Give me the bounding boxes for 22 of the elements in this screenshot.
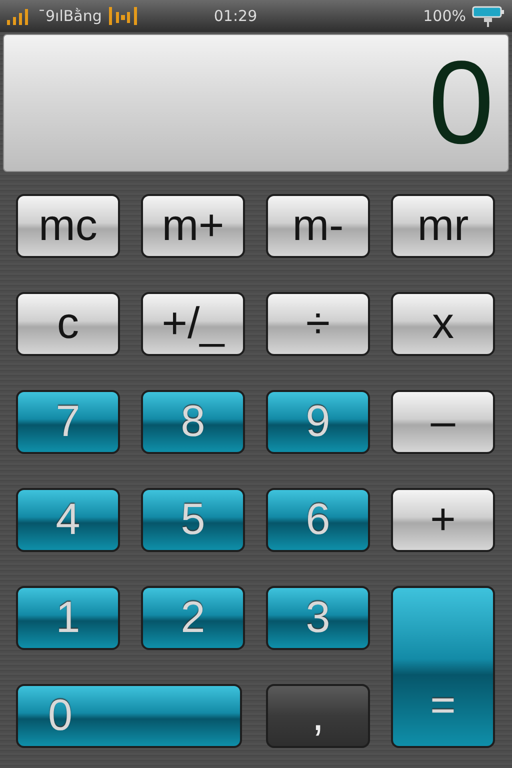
display-value: 0 bbox=[428, 44, 494, 162]
calculator-key[interactable]: = bbox=[391, 586, 495, 748]
calculator-key[interactable]: c bbox=[16, 292, 120, 356]
calculator-key[interactable]: 2 bbox=[141, 586, 245, 650]
calculator-key[interactable]: 4 bbox=[16, 488, 120, 552]
calculator-key[interactable]: mr bbox=[391, 194, 495, 258]
calculator-key[interactable]: m- bbox=[266, 194, 370, 258]
calculator-key[interactable]: + bbox=[391, 488, 495, 552]
calculator-key[interactable]: – bbox=[391, 390, 495, 454]
calculator-key[interactable]: x bbox=[391, 292, 495, 356]
battery-icon bbox=[472, 5, 506, 27]
calculator-key[interactable]: 1 bbox=[16, 586, 120, 650]
calculator-key[interactable]: , bbox=[266, 684, 370, 748]
wifi-icon bbox=[108, 6, 138, 26]
carrier-name: ˉ9ılBằng bbox=[38, 7, 102, 25]
calculator-key[interactable]: m+ bbox=[141, 194, 245, 258]
clock-time: 01:29 bbox=[214, 7, 258, 25]
calculator-key[interactable]: ÷ bbox=[266, 292, 370, 356]
calculator-key[interactable]: +/_ bbox=[141, 292, 245, 356]
calculator-key[interactable]: mc bbox=[16, 194, 120, 258]
calculator-key[interactable]: 3 bbox=[266, 586, 370, 650]
battery-percent: 100% bbox=[423, 7, 466, 25]
